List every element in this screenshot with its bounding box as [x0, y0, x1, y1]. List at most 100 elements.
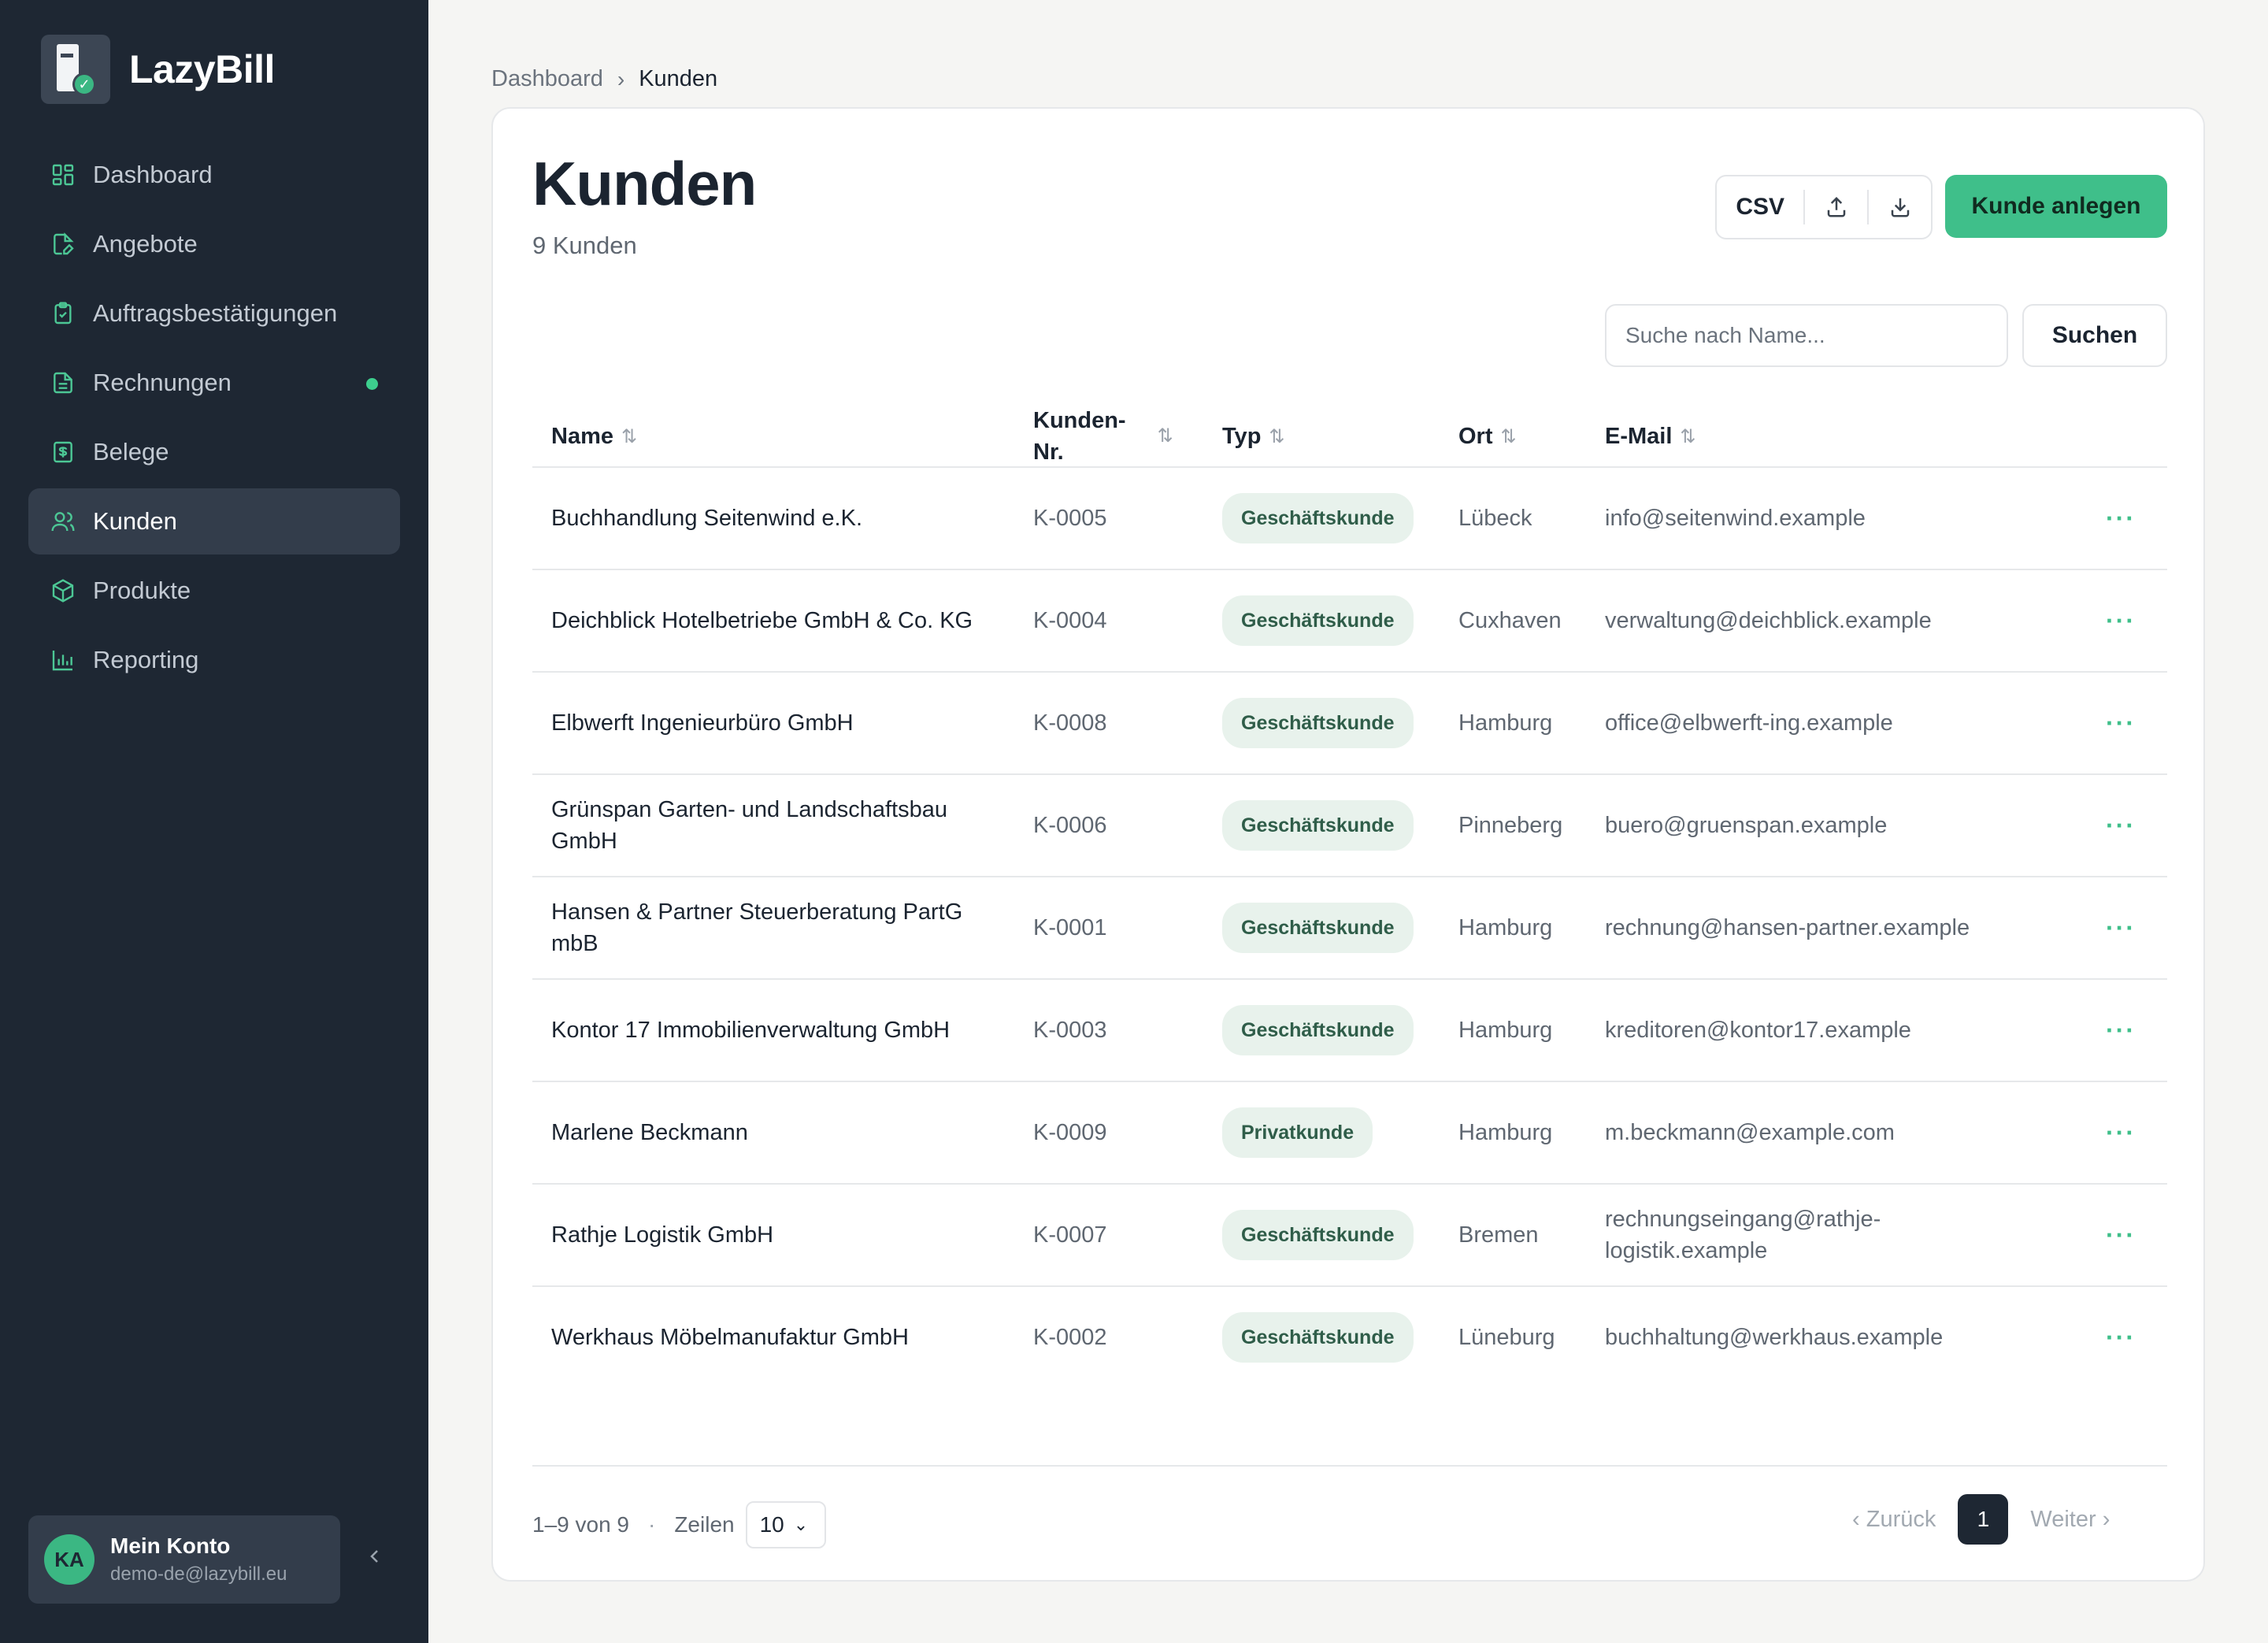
more-actions-icon[interactable]: ···: [2106, 605, 2136, 636]
customer-number: K-0002: [1033, 1325, 1107, 1350]
sidebar-item-angebote[interactable]: Angebote: [28, 211, 400, 277]
customer-name: Kontor 17 Immobilienverwaltung GmbH: [551, 1018, 951, 1043]
next-page-button[interactable]: Weiter ›: [2030, 1507, 2110, 1533]
more-actions-icon[interactable]: ···: [2106, 503, 2136, 534]
sidebar-item-label: Produkte: [93, 577, 191, 604]
sidebar-item-rechnungen[interactable]: Rechnungen: [28, 350, 400, 416]
csv-toolbar: CSV: [1715, 175, 1933, 239]
avatar: KA: [44, 1534, 94, 1585]
customer-name: Werkhaus Möbelmanufaktur GmbH: [551, 1325, 909, 1350]
table-row[interactable]: Grünspan Garten- und Landschaftsbau GmbH…: [532, 775, 2167, 877]
sidebar-item-label: Rechnungen: [93, 369, 232, 396]
column-header-email[interactable]: E-Mail ⇅: [1605, 405, 1696, 468]
sidebar-item-auftragsbestaetigungen[interactable]: Auftragsbestätigungen: [28, 280, 400, 347]
chevron-left-icon: ‹: [1852, 1506, 1860, 1532]
pagination-range: 1–9 von 9: [532, 1512, 629, 1537]
column-label: Ort: [1458, 423, 1493, 449]
sidebar-item-belege[interactable]: Belege: [28, 419, 400, 485]
brand[interactable]: ✓ LazyBill: [41, 35, 275, 104]
download-icon: [1891, 198, 1909, 217]
table-row[interactable]: Werkhaus Möbelmanufaktur GmbH K-0002 Ges…: [532, 1287, 2167, 1389]
customer-email: kreditoren@kontor17.example: [1605, 1018, 1911, 1043]
users-icon: [50, 509, 76, 534]
more-actions-icon[interactable]: ···: [2106, 1219, 2136, 1251]
more-actions-icon[interactable]: ···: [2106, 707, 2136, 739]
chevron-down-icon: ⌄: [793, 1515, 809, 1534]
customer-city: Lüneburg: [1458, 1325, 1555, 1350]
sidebar-item-reporting[interactable]: Reporting: [28, 627, 400, 693]
sidebar-item-label: Belege: [93, 438, 169, 465]
sidebar-nav: Dashboard Angebote Auftragsbestätigungen…: [28, 142, 400, 696]
more-actions-icon[interactable]: ···: [2106, 1322, 2136, 1353]
rows-per-page-select[interactable]: 10 ⌄: [745, 1501, 826, 1548]
sidebar-item-kunden[interactable]: Kunden: [28, 488, 400, 554]
customer-city: Cuxhaven: [1458, 608, 1562, 633]
more-actions-icon[interactable]: ···: [2106, 912, 2136, 944]
file-edit-icon: [50, 232, 76, 257]
table-row[interactable]: Marlene Beckmann K-0009 Privatkunde Hamb…: [532, 1082, 2167, 1185]
customer-email: rechnung@hansen-partner.example: [1605, 915, 1970, 940]
customer-number: K-0007: [1033, 1222, 1107, 1248]
table-row[interactable]: Hansen & Partner Steuerberatung PartG mb…: [532, 877, 2167, 980]
account-menu[interactable]: KA Mein Konto demo-de@lazybill.eu: [28, 1515, 340, 1604]
sidebar-item-label: Kunden: [93, 507, 177, 535]
column-header-city[interactable]: Ort ⇅: [1458, 405, 1517, 468]
clipboard-check-icon: [50, 301, 76, 326]
sidebar-item-produkte[interactable]: Produkte: [28, 558, 400, 624]
page-button-current[interactable]: 1: [1958, 1494, 2009, 1545]
customer-name: Rathje Logistik GmbH: [551, 1222, 774, 1248]
csv-export-button[interactable]: [1869, 176, 1931, 239]
breadcrumb-current: Kunden: [639, 66, 718, 91]
table-row[interactable]: Elbwerft Ingenieurbüro GmbH K-0008 Gesch…: [532, 673, 2167, 775]
type-badge: Geschäftskunde: [1222, 1210, 1414, 1260]
column-header-name[interactable]: Name ⇅: [551, 405, 637, 468]
next-label: Weiter: [2030, 1506, 2096, 1532]
rows-value: 10: [759, 1512, 784, 1537]
collapse-sidebar-icon[interactable]: [365, 1544, 384, 1569]
customer-name: Deichblick Hotelbetriebe GmbH & Co. KG: [551, 608, 973, 633]
sort-icon: ⇅: [1157, 425, 1173, 447]
dashboard-icon: [50, 162, 76, 187]
column-label: Typ: [1222, 423, 1262, 449]
prev-page-button[interactable]: ‹ Zurück: [1852, 1507, 1936, 1533]
upload-icon: [1827, 196, 1846, 217]
search-button[interactable]: Suchen: [2022, 304, 2167, 367]
customer-name: Hansen & Partner Steuerberatung PartG mb…: [551, 899, 963, 956]
column-label: Nr.: [1033, 439, 1064, 465]
customer-number: K-0004: [1033, 608, 1107, 633]
more-actions-icon[interactable]: ···: [2106, 810, 2136, 841]
sort-icon: ⇅: [1269, 425, 1285, 447]
csv-import-button[interactable]: [1805, 176, 1867, 239]
separator-dot: ·: [648, 1512, 656, 1537]
page-title: Kunden: [532, 149, 757, 218]
column-header-number[interactable]: Kunden- Nr. ⇅: [1033, 405, 1191, 468]
sidebar-item-label: Angebote: [93, 230, 198, 258]
column-header-type[interactable]: Typ ⇅: [1222, 405, 1285, 468]
customer-email: info@seitenwind.example: [1605, 506, 1866, 531]
more-actions-icon[interactable]: ···: [2106, 1117, 2136, 1148]
customer-name: Marlene Beckmann: [551, 1120, 748, 1145]
customer-email: rechnungseingang@rathje-logistik.example: [1605, 1207, 1881, 1263]
customer-count: 9 Kunden: [532, 232, 637, 259]
search-input[interactable]: [1605, 304, 2008, 367]
customer-email: m.beckmann@example.com: [1605, 1120, 1895, 1145]
table-row[interactable]: Rathje Logistik GmbH K-0007 Geschäftskun…: [532, 1185, 2167, 1287]
table-row[interactable]: Deichblick Hotelbetriebe GmbH & Co. KG K…: [532, 570, 2167, 673]
table-row[interactable]: Kontor 17 Immobilienverwaltung GmbH K-00…: [532, 980, 2167, 1082]
type-badge: Geschäftskunde: [1222, 493, 1414, 543]
breadcrumb-dashboard[interactable]: Dashboard: [491, 66, 603, 92]
create-customer-button[interactable]: Kunde anlegen: [1945, 175, 2167, 238]
sort-icon: ⇅: [1500, 425, 1517, 447]
prev-label: Zurück: [1866, 1506, 1936, 1532]
csv-label: CSV: [1736, 194, 1785, 220]
sidebar-item-dashboard[interactable]: Dashboard: [28, 142, 400, 208]
customer-city: Hamburg: [1458, 1120, 1553, 1145]
customer-city: Hamburg: [1458, 1018, 1553, 1043]
customer-number: K-0008: [1033, 710, 1107, 736]
more-actions-icon[interactable]: ···: [2106, 1014, 2136, 1046]
sort-icon: ⇅: [1680, 425, 1696, 447]
column-label: Kunden-: [1033, 408, 1126, 433]
notification-dot: [366, 378, 378, 390]
customer-number: K-0006: [1033, 813, 1107, 838]
table-row[interactable]: Buchhandlung Seitenwind e.K. K-0005 Gesc…: [532, 468, 2167, 570]
